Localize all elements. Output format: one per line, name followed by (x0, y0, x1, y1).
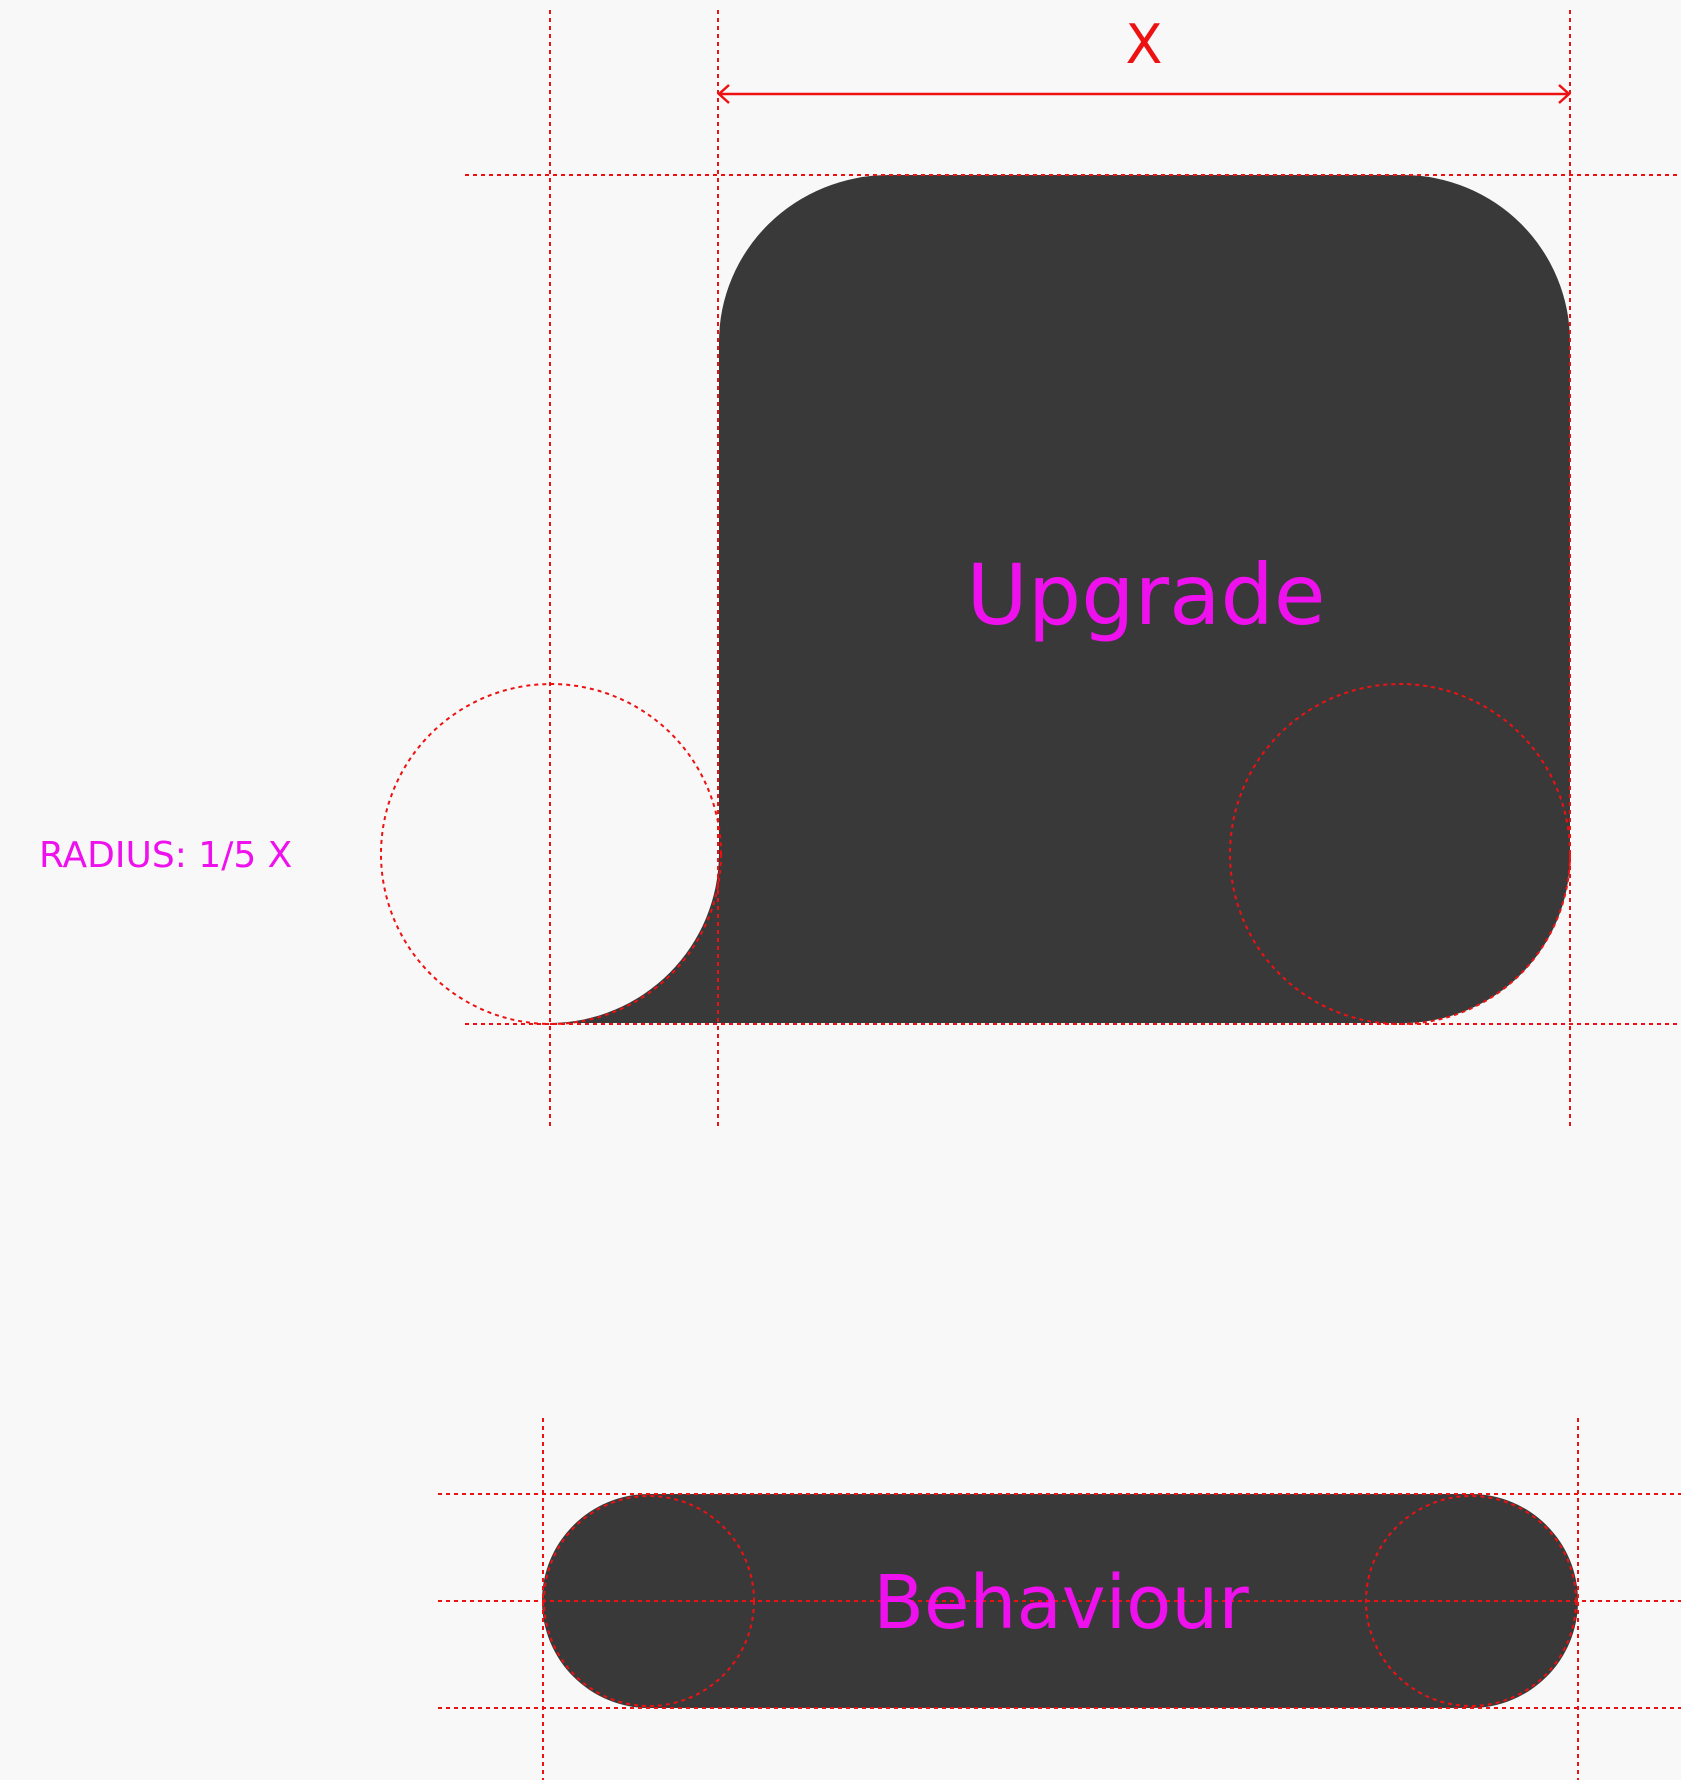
behaviour-label: Behaviour (873, 1560, 1249, 1646)
radius-note: RADIUS: 1/5 X (39, 835, 292, 876)
shape-guidelines-diagram: X RADIUS: 1/5 X Upgrade Behaviour (39, 10, 1681, 1780)
dimension-arrow (717, 84, 1571, 104)
dimension-label: X (1126, 13, 1163, 76)
upgrade-label: Upgrade (966, 546, 1325, 644)
